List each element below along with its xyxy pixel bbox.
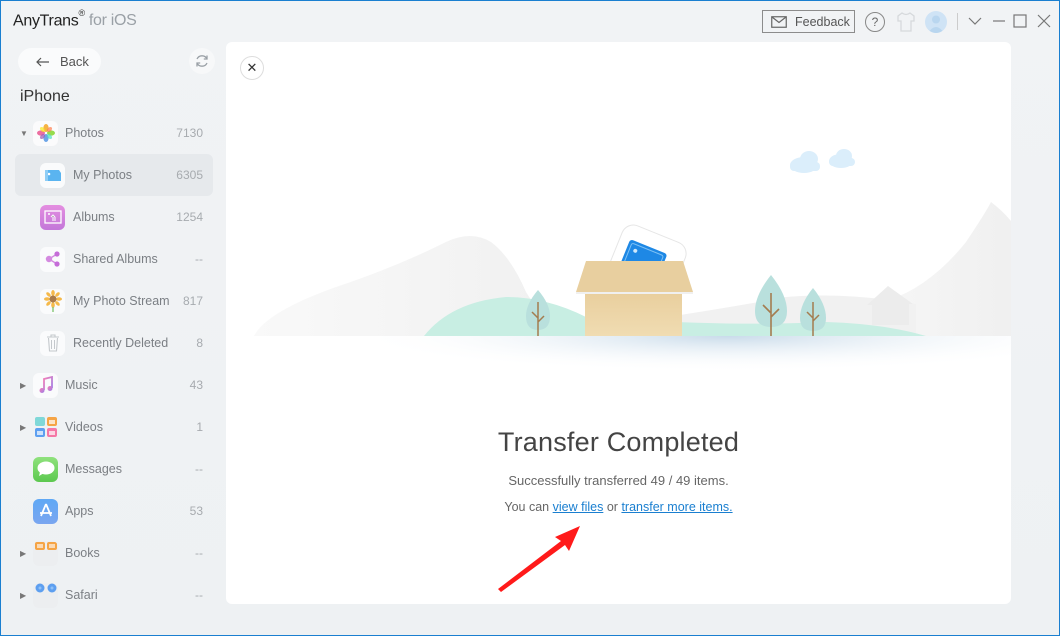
sidebar-item-label: My Photos [73, 168, 133, 182]
maximize-icon[interactable] [1012, 13, 1028, 29]
transfer-result-panel: ✕ Transfer Completed Successfully transf… [226, 42, 1011, 604]
app-title: AnyTrans® for iOS [13, 8, 137, 30]
cardboard-box [576, 261, 693, 336]
albums-icon [40, 204, 65, 230]
collapsed-caret-icon[interactable]: ▶ [20, 549, 26, 558]
sidebar-item-label: Messages [65, 462, 122, 476]
dropdown-menu-icon[interactable] [967, 13, 983, 29]
shared-albums-icon [40, 246, 65, 272]
apps-icon [33, 498, 58, 524]
sidebar-item-label: Albums [73, 210, 115, 224]
sidebar-item-recently-deleted[interactable]: Recently Deleted 8 [15, 322, 213, 364]
sidebar-item-my-photo-stream[interactable]: My Photo Stream 817 [15, 280, 213, 322]
safari-icon [33, 582, 58, 608]
sidebar-item-count: 1 [196, 420, 203, 434]
sidebar-item-label: Photos [65, 126, 104, 140]
sidebar-item-count: 7130 [176, 126, 203, 140]
arrow-left-icon [36, 57, 49, 66]
sidebar-item-shared-albums[interactable]: Shared Albums -- [15, 238, 213, 280]
sidebar-item-count: -- [195, 252, 203, 266]
close-window-icon[interactable] [1036, 13, 1052, 29]
trash-icon [40, 330, 65, 356]
transfer-completed-title: Transfer Completed [497, 427, 740, 457]
sidebar-item-count: -- [195, 588, 203, 602]
registered-mark: ® [78, 8, 85, 18]
sidebar-item-label: Shared Albums [73, 252, 158, 266]
sidebar-item-books[interactable]: ▶ Books -- [15, 532, 213, 574]
sidebar-item-count: 8 [196, 336, 203, 350]
expanded-caret-icon[interactable]: ▼ [20, 129, 28, 138]
help-icon[interactable]: ? [865, 12, 885, 32]
photo-stream-icon [40, 288, 65, 314]
annotation-arrow [498, 526, 580, 592]
feedback-button[interactable]: Feedback [762, 10, 855, 33]
sidebar-item-label: Recently Deleted [73, 336, 169, 350]
collapsed-caret-icon[interactable]: ▶ [20, 591, 26, 600]
books-icon [33, 540, 58, 566]
sidebar-item-music[interactable]: ▶ Music 43 [15, 364, 213, 406]
transfer-more-items-link[interactable]: transfer more items. [621, 500, 732, 514]
back-label: Back [60, 54, 89, 69]
feedback-label: Feedback [795, 14, 850, 29]
refresh-icon [196, 55, 208, 67]
titlebar-divider [957, 13, 958, 30]
app-window: AnyTrans® for iOS Feedback ? Back iPhone … [0, 0, 1060, 636]
transfer-complete-illustration [254, 149, 1011, 396]
photos-icon [33, 120, 58, 146]
help-glyph: ? [871, 15, 879, 29]
user-avatar[interactable] [925, 11, 947, 33]
my-photos-icon [40, 162, 65, 188]
sidebar-item-count: 6305 [176, 168, 203, 182]
mail-icon [771, 15, 787, 28]
house [867, 286, 913, 325]
sidebar-item-label: My Photo Stream [73, 294, 170, 308]
sidebar-item-albums[interactable]: Albums 1254 [15, 196, 213, 238]
sidebar-item-count: 53 [189, 504, 203, 518]
sidebar-item-label: Apps [65, 504, 94, 518]
sidebar-item-my-photos[interactable]: My Photos 6305 [15, 154, 213, 196]
sidebar-item-label: Safari [65, 588, 98, 602]
next-actions: You can view files or transfer more item… [226, 500, 1011, 514]
sidebar-item-apps[interactable]: Apps 53 [15, 490, 213, 532]
back-button[interactable]: Back [18, 48, 101, 75]
sidebar-item-photos[interactable]: ▼ Photos 7130 [15, 112, 213, 154]
sidebar-item-label: Videos [65, 420, 103, 434]
refresh-button[interactable] [189, 48, 215, 74]
clouds [790, 149, 855, 173]
links-middle: or [606, 500, 618, 514]
water [381, 336, 1011, 396]
sidebar-item-count: -- [195, 546, 203, 560]
messages-icon [33, 456, 58, 482]
sidebar-item-videos[interactable]: ▶ Videos 1 [15, 406, 213, 448]
sidebar-item-count: 43 [189, 378, 203, 392]
music-icon [33, 372, 58, 398]
title-bar: AnyTrans® for iOS Feedback ? [1, 1, 1059, 41]
close-icon: ✕ [246, 60, 258, 75]
sidebar-item-safari[interactable]: ▶ Safari -- [15, 574, 213, 616]
sidebar-item-count: -- [195, 462, 203, 476]
collapsed-caret-icon[interactable]: ▶ [20, 381, 26, 390]
close-panel-button[interactable]: ✕ [240, 56, 264, 80]
sidebar-item-label: Music [65, 378, 98, 392]
device-name: iPhone [20, 88, 70, 105]
sidebar-item-messages[interactable]: Messages -- [15, 448, 213, 490]
sidebar-item-count: 817 [182, 294, 203, 308]
app-platform: for iOS [88, 12, 137, 30]
videos-icon [33, 415, 58, 440]
minimize-icon[interactable] [991, 13, 1007, 29]
sidebar-item-label: Books [65, 546, 100, 560]
sidebar-item-count: 1254 [176, 210, 203, 224]
transfer-summary: Successfully transferred 49 / 49 items. [508, 473, 729, 488]
collapsed-caret-icon[interactable]: ▶ [20, 423, 26, 432]
theme-shirt-icon[interactable] [895, 11, 917, 33]
app-name: AnyTrans [13, 12, 79, 30]
